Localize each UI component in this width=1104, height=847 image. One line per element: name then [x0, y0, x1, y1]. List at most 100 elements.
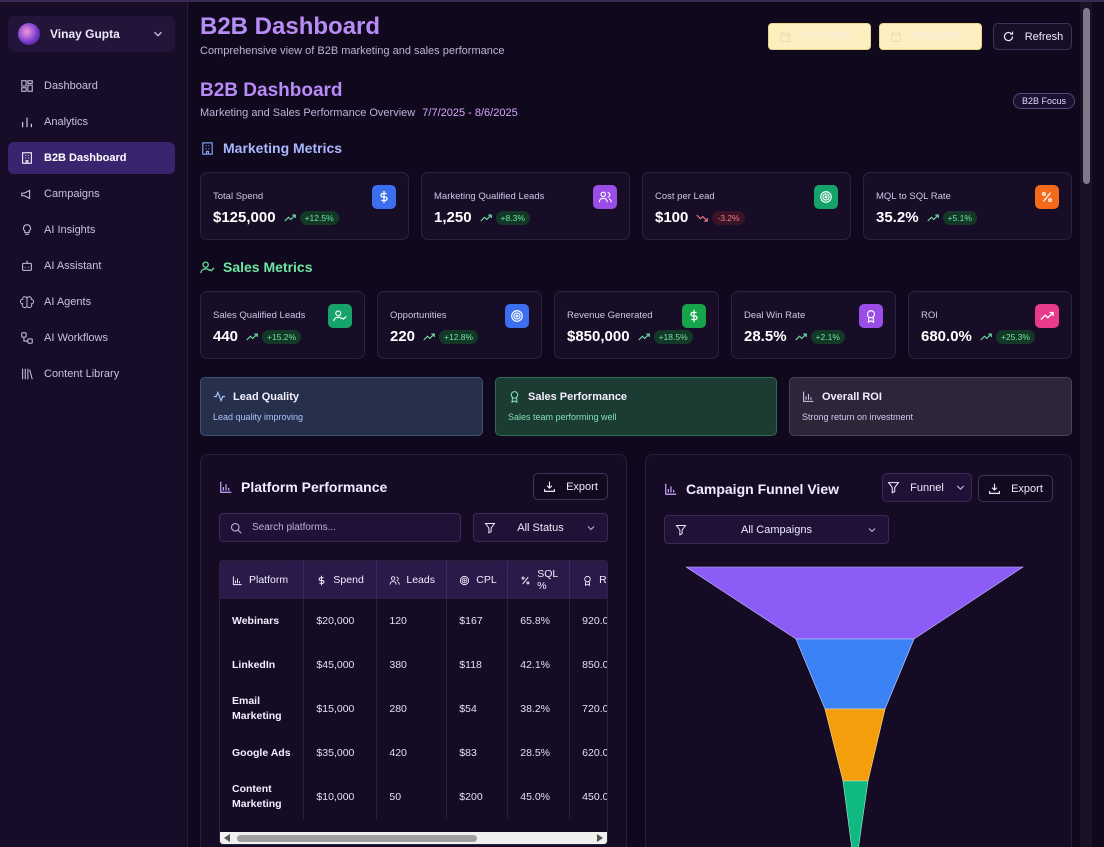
table-row[interactable]: Email Marketing $15,000 280 $54 38.2% 72… — [220, 687, 607, 731]
status-filter-value: All Status — [517, 521, 564, 534]
column-header-leads[interactable]: Leads — [376, 561, 448, 599]
award-icon — [866, 310, 876, 323]
export-button[interactable]: Export — [978, 475, 1053, 502]
sidebar-item-b2b-dashboard[interactable]: B2B Dashboard — [8, 142, 175, 174]
status-text: Sales team performing well — [508, 412, 617, 422]
column-header-sql[interactable]: SQL % — [507, 561, 571, 599]
funnel-view-select[interactable]: Funnel — [882, 473, 972, 502]
metric-card-cost-per-lead: Cost per Lead $100 -3.2% — [642, 172, 851, 240]
scroll-left-arrow[interactable] — [224, 834, 230, 842]
funnel-stage-2[interactable] — [795, 638, 915, 710]
cell-cpl: $118 — [446, 643, 509, 687]
export-button[interactable]: Export — [533, 473, 608, 500]
cell-spend: $20,000 — [303, 599, 378, 643]
vertical-scrollbar[interactable] — [1080, 2, 1092, 847]
column-header-roi[interactable]: R — [569, 561, 607, 599]
metric-icon-box — [814, 185, 838, 209]
metric-number: 28.5% — [744, 328, 787, 345]
campaign-filter-select[interactable]: All Campaigns — [664, 515, 889, 544]
column-header-spend[interactable]: Spend — [303, 561, 378, 599]
table-row[interactable]: Content Marketing $10,000 50 $200 45.0% … — [220, 775, 607, 819]
end-date-picker[interactable]: 08/06/2025 — [879, 23, 982, 50]
metric-icon-box — [505, 304, 529, 328]
calendar-icon — [891, 31, 901, 42]
cell-sql: 45.0% — [507, 775, 571, 819]
trending-up-icon — [283, 213, 296, 221]
sales-metrics-title: Sales Metrics — [200, 259, 313, 275]
funnel-stage-3[interactable] — [824, 708, 886, 782]
user-menu[interactable]: Vinay Gupta — [8, 16, 175, 52]
refresh-button[interactable]: Refresh — [993, 23, 1072, 50]
sidebar-item-analytics[interactable]: Analytics — [8, 106, 175, 138]
lightbulb-icon — [23, 224, 31, 235]
trending-up-icon — [794, 332, 807, 340]
sidebar: Vinay Gupta Dashboard Analytics B2B Dash… — [0, 2, 188, 847]
start-date-picker[interactable]: 07/07/2025 — [768, 23, 871, 50]
sidebar-item-dashboard[interactable]: Dashboard — [8, 70, 175, 102]
table-row[interactable]: LinkedIn $45,000 380 $118 42.1% 850.0 — [220, 643, 607, 687]
sidebar-item-ai-workflows[interactable]: AI Workflows — [8, 322, 175, 354]
main-content: B2B Dashboard Comprehensive view of B2B … — [188, 2, 1092, 847]
table-row[interactable]: Google Ads $35,000 420 $83 28.5% 620.0 — [220, 731, 607, 775]
end-date-value: 08/06/2025 — [912, 31, 963, 42]
panel-title-text: Campaign Funnel View — [686, 481, 839, 497]
platform-table: Platform Spend Leads CPL SQL % R Webinar… — [219, 560, 608, 845]
focus-badge: B2B Focus — [1013, 93, 1076, 109]
cell-sql: 38.2% — [507, 687, 571, 731]
target-icon — [460, 575, 470, 585]
column-label: R — [599, 574, 607, 586]
sidebar-item-ai-insights[interactable]: AI Insights — [8, 214, 175, 246]
table-header-row: Platform Spend Leads CPL SQL % R — [220, 561, 607, 599]
horizontal-scrollbar[interactable] — [220, 832, 607, 844]
scroll-thumb[interactable] — [1083, 8, 1090, 184]
overview-title: B2B Dashboard — [200, 80, 343, 101]
column-label: SQL % — [537, 568, 558, 592]
cell-platform: Email Marketing — [220, 687, 305, 731]
cell-cpl: $167 — [446, 599, 509, 643]
cell-roi: 920.0 — [569, 599, 607, 643]
status-filter-select[interactable]: All Status — [473, 513, 608, 542]
metric-label: Revenue Generated — [567, 310, 653, 321]
building-icon — [22, 152, 32, 164]
metric-label: Deal Win Rate — [744, 310, 806, 321]
filter-icon — [675, 524, 687, 536]
cell-leads: 380 — [376, 643, 448, 687]
metric-value: 680.0% +25.3% — [921, 328, 1035, 345]
scroll-thumb[interactable] — [237, 835, 477, 842]
sidebar-item-label: AI Assistant — [44, 260, 102, 272]
bar-chart-icon — [803, 391, 814, 402]
refresh-icon — [1003, 31, 1013, 42]
user-check-icon — [333, 310, 347, 322]
sidebar-item-content-library[interactable]: Content Library — [8, 358, 175, 390]
table-row[interactable]: Webinars $20,000 120 $167 65.8% 920.0 — [220, 599, 607, 643]
funnel-stage-1[interactable] — [686, 566, 1024, 640]
metric-number: 1,250 — [434, 209, 472, 226]
metric-card-mql: Marketing Qualified Leads 1,250 +8.3% — [421, 172, 630, 240]
users-icon — [389, 575, 401, 585]
sidebar-item-campaigns[interactable]: Campaigns — [8, 178, 175, 210]
column-label: CPL — [476, 574, 497, 586]
activity-icon — [213, 390, 226, 403]
metric-label: Marketing Qualified Leads — [434, 191, 545, 202]
scroll-right-arrow[interactable] — [597, 834, 603, 842]
metric-card-sql: Sales Qualified Leads 440 +15.2% — [200, 291, 365, 359]
cell-leads: 280 — [376, 687, 448, 731]
column-label: Platform — [249, 574, 289, 586]
percent-icon — [1042, 192, 1052, 202]
metric-card-deal-win-rate: Deal Win Rate 28.5% +2.1% — [731, 291, 896, 359]
metric-number: 35.2% — [876, 209, 919, 226]
column-header-cpl[interactable]: CPL — [446, 561, 509, 599]
grid-icon — [21, 80, 33, 92]
user-name: Vinay Gupta — [50, 27, 120, 41]
column-header-platform[interactable]: Platform — [220, 561, 305, 599]
funnel-stage-4[interactable] — [842, 780, 869, 847]
metric-label: ROI — [921, 310, 938, 321]
sidebar-item-ai-agents[interactable]: AI Agents — [8, 286, 175, 318]
platform-search[interactable] — [219, 513, 461, 542]
target-icon — [511, 310, 523, 322]
status-title: Overall ROI — [822, 390, 882, 403]
status-card-overall-roi: Overall ROI Strong return on investment — [789, 377, 1072, 436]
sidebar-item-ai-assistant[interactable]: AI Assistant — [8, 250, 175, 282]
trending-up-icon — [1040, 311, 1054, 320]
search-input[interactable] — [252, 522, 442, 533]
